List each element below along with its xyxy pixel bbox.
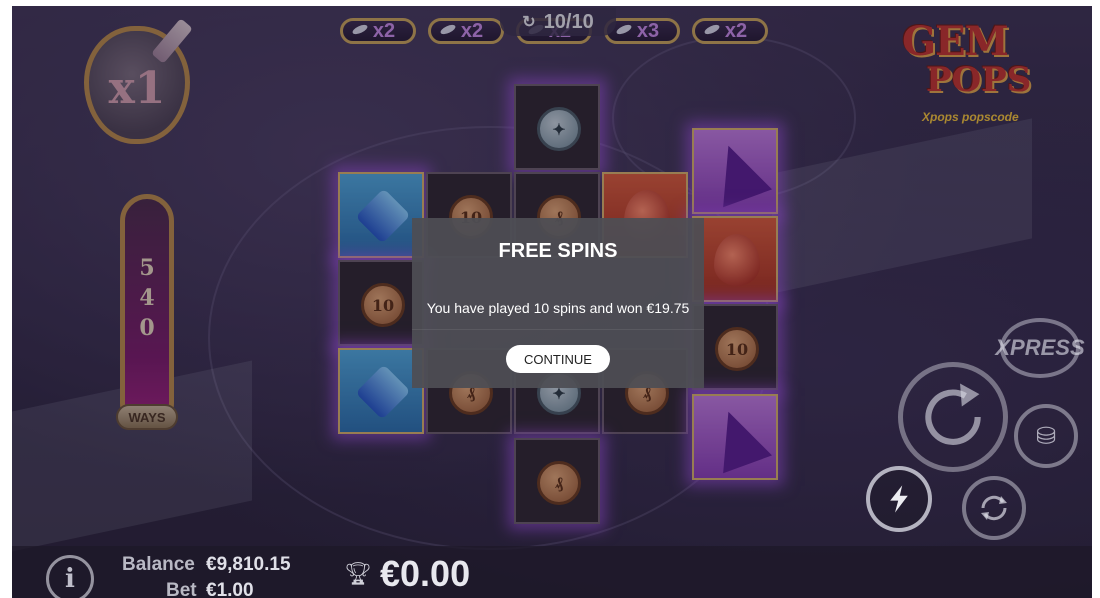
- multiplier-pill: x2: [340, 18, 416, 44]
- refresh-icon: [925, 383, 981, 445]
- reel-cell: ✦: [514, 84, 600, 170]
- free-spins-dialog: FREE SPINS You have played 10 spins and …: [412, 218, 704, 388]
- logo-line-2: POPS: [926, 60, 1032, 100]
- ways-digit: 5: [139, 255, 155, 281]
- gem-icon: [703, 22, 721, 37]
- spin-counter-text: 10/10: [543, 10, 594, 33]
- turbo-button[interactable]: [866, 466, 932, 532]
- continue-button[interactable]: CONTINUE: [506, 345, 610, 373]
- refresh-icon: ↻: [522, 14, 536, 31]
- gem-icon: [439, 22, 457, 37]
- blue-crystal-icon: [355, 364, 411, 420]
- silver-coin-icon: ✦: [537, 107, 581, 151]
- win-value: €0.00: [380, 553, 471, 594]
- balance-value: €9,810.15: [206, 554, 291, 575]
- multiplier-value: x1: [108, 63, 166, 114]
- gem-icon: [615, 22, 633, 37]
- blue-crystal-icon: [355, 188, 411, 244]
- multiplier-pill: x2: [428, 18, 504, 44]
- screen: x2 x2 x2 x3 x2 ↻ 10/10 x1 5 4 0 WAYS GEM…: [0, 0, 1100, 598]
- balance-label: Balance: [122, 554, 195, 575]
- dialog-divider: [412, 329, 704, 330]
- game-area: x2 x2 x2 x3 x2 ↻ 10/10 x1 5 4 0 WAYS GEM…: [12, 6, 1092, 598]
- multiplier-orb: x1: [84, 18, 196, 148]
- dialog-title: FREE SPINS: [498, 240, 618, 262]
- reel-cell: [692, 128, 778, 214]
- logo-tagline: Xpops popscode: [922, 110, 1019, 124]
- ways-digit: 0: [139, 315, 155, 341]
- ways-meter: 5 4 0: [120, 194, 174, 430]
- autoplay-icon: [981, 495, 1007, 521]
- autoplay-button[interactable]: [962, 476, 1026, 540]
- reel-cell: [692, 216, 778, 302]
- reel-cell: [692, 394, 778, 480]
- info-button[interactable]: i: [46, 555, 94, 598]
- bet-button[interactable]: ⛁: [1014, 404, 1078, 468]
- gem-icon: [351, 22, 369, 37]
- ways-label: WAYS: [116, 404, 178, 430]
- coin-stack-icon: ⛁: [1035, 422, 1057, 450]
- red-drop-icon: [714, 234, 760, 286]
- bottom-bar: i Balance €9,810.15 Bet €1.00 🏆︎ €0.00: [12, 546, 1092, 598]
- bronze-coin-icon: ₰: [537, 461, 581, 505]
- game-logo: GEM POPS Xpops popscode: [896, 14, 1046, 134]
- trophy-icon: 🏆︎: [344, 561, 372, 586]
- bronze-coin-icon: 10: [715, 327, 759, 371]
- logo-line-1: GEM: [902, 18, 1009, 65]
- reel-cell: ₰: [514, 438, 600, 524]
- info-icon: i: [65, 564, 75, 594]
- lightning-icon: [890, 485, 908, 513]
- ways-digit: 4: [139, 285, 155, 311]
- reel-cell: 10: [692, 304, 778, 390]
- purple-spike-icon: [703, 402, 773, 474]
- purple-spike-icon: [703, 136, 773, 208]
- spin-button[interactable]: [898, 362, 1008, 472]
- xpress-label: XPRESS: [995, 335, 1085, 360]
- bronze-coin-icon: 10: [361, 283, 405, 327]
- multiplier-pill: x2: [692, 18, 768, 44]
- bet-value: €1.00: [206, 580, 254, 598]
- free-spins-counter: ↻ 10/10: [500, 8, 616, 36]
- dialog-message: You have played 10 spins and won €19.75: [426, 300, 690, 316]
- xpress-button[interactable]: XPRESS: [995, 318, 1085, 378]
- bet-label: Bet: [166, 580, 197, 598]
